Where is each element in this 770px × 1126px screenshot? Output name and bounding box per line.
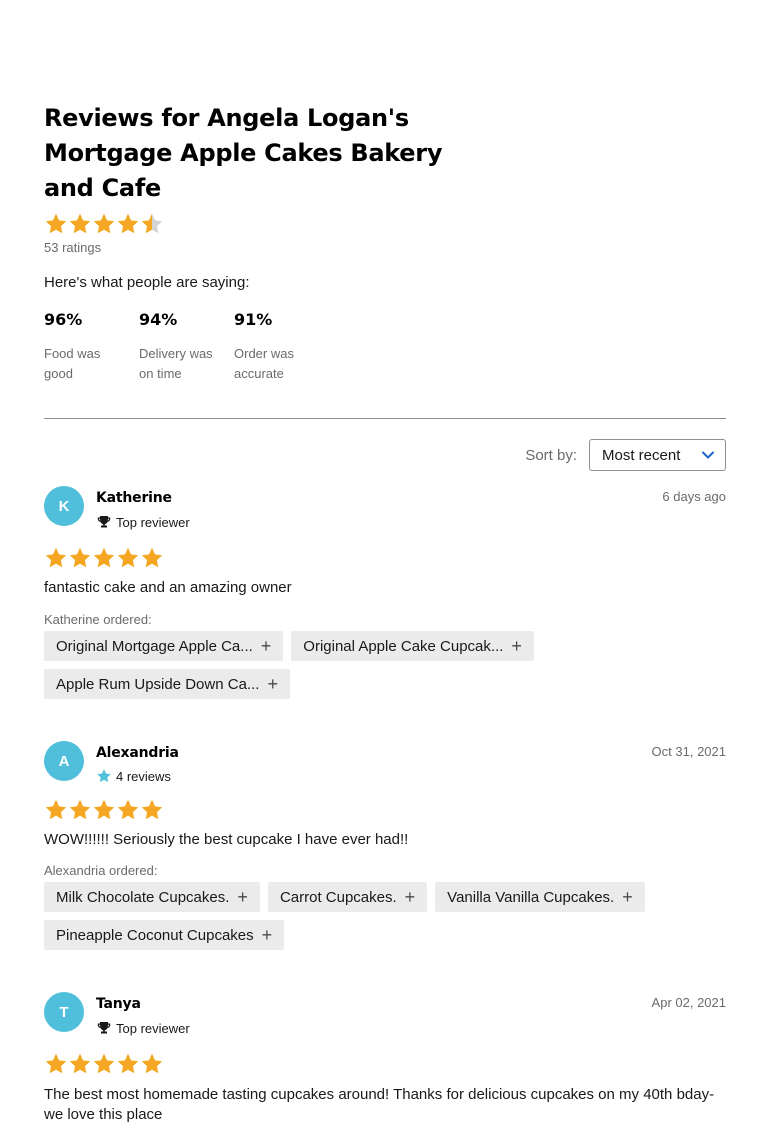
sort-label: Sort by: <box>525 446 577 464</box>
stat-percentage: 94% <box>139 310 178 329</box>
star-icon <box>44 1052 68 1076</box>
page-title: Reviews for Angela Logan's Mortgage Appl… <box>44 104 443 202</box>
star-icon <box>116 1052 140 1076</box>
review-date: Oct 31, 2021 <box>651 744 726 759</box>
ordered-item-label: Milk Chocolate Cupcakes. <box>56 888 230 906</box>
stat-percentage: 96% <box>44 310 83 329</box>
review-stars <box>44 546 164 570</box>
review-text: WOW!!!!!! Seriously the best cupcake I h… <box>44 831 409 848</box>
plus-icon: + <box>261 925 273 945</box>
stat-label: Delivery was on time <box>139 346 213 381</box>
stat-accuracy: 91% Order was accurate <box>234 310 329 384</box>
badge-text: Top reviewer <box>116 1020 190 1036</box>
reviewer-name[interactable]: Katherine <box>96 490 172 506</box>
star-icon <box>140 1052 164 1076</box>
ordered-item-chip[interactable]: Pineapple Coconut Cupcakes + <box>44 920 285 950</box>
ordered-items: Original Mortgage Apple Ca... + Original A… <box>44 631 564 699</box>
star-icon <box>92 546 116 570</box>
stat-percentage: 91% <box>234 310 273 329</box>
ordered-label: Katherine ordered: <box>44 612 152 627</box>
star-icon <box>140 546 164 570</box>
star-icon <box>92 1052 116 1076</box>
star-icon <box>44 546 68 570</box>
reviewer-badge: Top reviewer <box>96 514 190 530</box>
review-stars <box>44 1052 164 1076</box>
sort-dropdown[interactable]: Most recent <box>589 439 726 471</box>
star-icon <box>116 546 140 570</box>
ordered-item-label: Vanilla Vanilla Cupcakes. <box>447 888 615 906</box>
star-icon <box>68 1052 92 1076</box>
badge-text: 4 reviews <box>116 768 171 784</box>
ordered-item-label: Pineapple Coconut Cupcakes <box>56 926 254 944</box>
ordered-item-chip[interactable]: Carrot Cupcakes. + <box>267 882 428 912</box>
divider <box>44 418 726 419</box>
star-icon <box>92 212 116 236</box>
reviewer-name[interactable]: Alexandria <box>96 745 179 761</box>
stat-label: Order was accurate <box>234 346 294 381</box>
avatar: K <box>44 486 84 526</box>
star-icon <box>96 768 112 784</box>
ordered-item-label: Original Apple Cake Cupcak... <box>303 637 504 655</box>
ratings-count: 53 ratings <box>44 240 102 255</box>
plus-icon: + <box>511 636 522 656</box>
plus-icon: + <box>622 887 633 907</box>
ordered-item-chip[interactable]: Milk Chocolate Cupcakes. + <box>44 882 260 912</box>
stat-delivery: 94% Delivery was on time <box>139 310 234 384</box>
stat-label: Food was good <box>44 346 101 381</box>
star-icon <box>44 798 68 822</box>
plus-icon: + <box>260 636 272 656</box>
star-icon <box>68 212 92 236</box>
ordered-item-chip[interactable]: Original Mortgage Apple Ca... + <box>44 631 284 661</box>
trophy-icon <box>96 514 112 530</box>
plus-icon: + <box>237 887 248 907</box>
star-icon <box>140 798 164 822</box>
ordered-item-chip[interactable]: Original Apple Cake Cupcak... + <box>291 631 534 661</box>
summary-heading: Here's what people are saying: <box>44 274 250 291</box>
star-icon <box>92 798 116 822</box>
stats-row: 96% Food was good 94% Delivery was on ti… <box>44 310 329 384</box>
avatar: T <box>44 992 84 1032</box>
avatar: A <box>44 741 84 781</box>
overall-rating-stars <box>44 212 164 236</box>
review-date: Apr 02, 2021 <box>651 995 726 1010</box>
sort-control: Sort by: Most recent <box>525 439 726 471</box>
ordered-item-chip[interactable]: Apple Rum Upside Down Ca... + <box>44 669 290 699</box>
star-icon <box>68 546 92 570</box>
chevron-down-icon <box>702 451 714 459</box>
ordered-item-label: Carrot Cupcakes. <box>279 888 397 906</box>
reviewer-badge: Top reviewer <box>96 1020 190 1036</box>
reviewer-badge: 4 reviews <box>96 768 171 784</box>
trophy-icon <box>96 1020 112 1036</box>
plus-icon: + <box>404 887 416 907</box>
star-icon <box>44 212 68 236</box>
ordered-label: Alexandria ordered: <box>44 863 158 878</box>
ordered-item-chip[interactable]: Vanilla Vanilla Cupcakes. + <box>435 882 645 912</box>
stat-food: 96% Food was good <box>44 310 139 384</box>
ordered-item-label: Original Mortgage Apple Ca... <box>56 637 253 655</box>
ordered-items: Milk Chocolate Cupcakes. + Carrot Cupcakes… <box>44 882 664 950</box>
review-date: 6 days ago <box>662 489 726 504</box>
half-star-icon <box>140 212 164 236</box>
sort-selected-value: Most recent <box>602 446 681 464</box>
ordered-item-label: Apple Rum Upside Down Ca... <box>56 675 260 693</box>
plus-icon: + <box>267 674 278 694</box>
review-text: The best most homemade tasting cupcakes … <box>44 1086 715 1123</box>
review-text: fantastic cake and an amazing owner <box>44 579 292 596</box>
badge-text: Top reviewer <box>116 514 190 530</box>
review-stars <box>44 798 164 822</box>
reviewer-name[interactable]: Tanya <box>96 996 141 1012</box>
star-icon <box>68 798 92 822</box>
star-icon <box>116 212 140 236</box>
star-icon <box>116 798 140 822</box>
